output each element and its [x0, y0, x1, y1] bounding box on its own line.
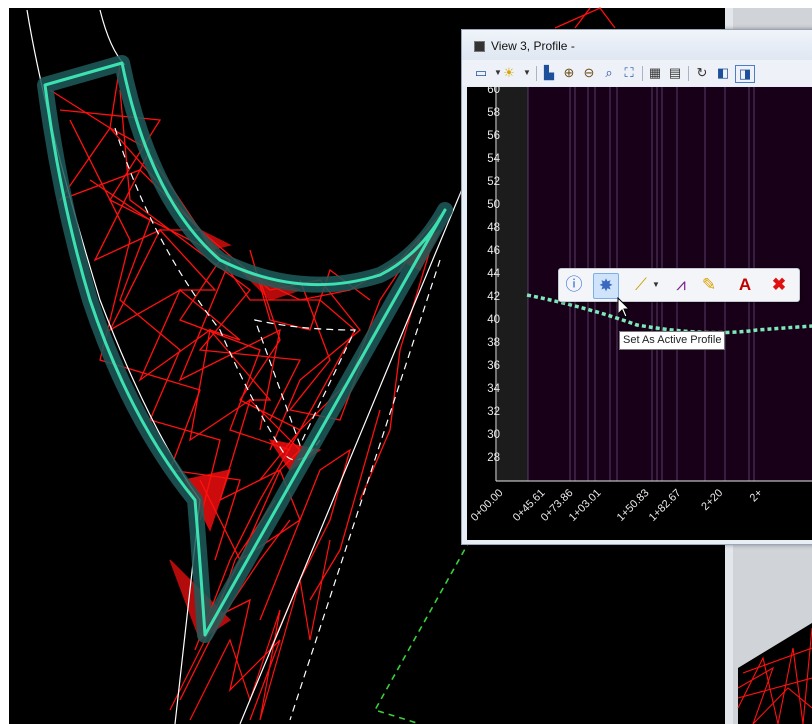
profile-icon[interactable]: ⩘ — [669, 273, 693, 297]
next-view-icon[interactable]: ◨ — [735, 65, 755, 83]
element-info-icon[interactable]: ⓘ — [562, 273, 586, 297]
profile-context-toolbar: ⓘ ✸ ⟋ ▼ ⩘ ✎ A ✖ — [558, 268, 800, 302]
zoom-in-icon[interactable]: ⊕ — [560, 65, 578, 81]
rotate-icon[interactable]: ↻ — [693, 65, 711, 81]
zoom-area-icon[interactable]: ⌕ — [600, 65, 618, 81]
y-tick-label: 50 — [487, 199, 500, 211]
y-tick-label: 58 — [487, 107, 500, 119]
brightness-icon[interactable]: ☀ — [500, 65, 518, 81]
y-tick-label: 60 — [487, 87, 500, 96]
y-tick-label: 34 — [487, 383, 500, 395]
view-toggle-icon[interactable]: ▤ — [666, 65, 684, 81]
set-active-profile-icon[interactable]: ✸ — [593, 273, 619, 299]
profile-plot-area[interactable]: 60 58 56 54 52 50 48 46 44 42 40 38 36 3… — [467, 87, 812, 540]
view-attributes-icon[interactable]: ▭ — [472, 65, 490, 81]
y-tick-label: 40 — [487, 314, 500, 326]
y-tick-label: 28 — [487, 452, 500, 464]
mouse-cursor-icon — [617, 297, 631, 318]
chevron-down-icon[interactable]: ▼ — [518, 65, 536, 81]
fit-view-icon[interactable]: ⛶ — [620, 65, 638, 81]
y-tick-label: 54 — [487, 153, 500, 165]
window-titlebar[interactable]: View 3, Profile - — [462, 30, 812, 60]
y-tick-label: 46 — [487, 245, 500, 257]
measure-icon[interactable]: ⟋ — [629, 273, 653, 297]
window-icon — [474, 41, 485, 52]
previous-view-icon[interactable]: ◧ — [714, 65, 732, 81]
pencil-icon[interactable]: ✎ — [697, 273, 721, 297]
fill-icon[interactable]: ▙ — [540, 65, 558, 81]
y-tick-label: 42 — [487, 291, 500, 303]
y-tick-label: 52 — [487, 176, 500, 188]
window-area-icon[interactable]: ▦ — [646, 65, 664, 81]
y-tick-label: 56 — [487, 130, 500, 142]
chevron-down-icon[interactable]: ▼ — [651, 273, 661, 297]
y-tick-label: 30 — [487, 429, 500, 441]
text-icon[interactable]: A — [733, 273, 757, 297]
y-tick-label: 36 — [487, 360, 500, 372]
tooltip: Set As Active Profile — [619, 331, 726, 350]
profile-grid — [495, 87, 812, 482]
y-tick-label: 48 — [487, 222, 500, 234]
delete-icon[interactable]: ✖ — [767, 273, 791, 297]
y-tick-label: 44 — [487, 268, 500, 280]
y-tick-label: 32 — [487, 406, 500, 418]
view-toolbar: ▭ ▼ ☀ ▼ ▙ ⊕ ⊖ ⌕ ⛶ ▦ ▤ ↻ ◧ ◨ — [462, 60, 812, 86]
window-title: View 3, Profile - — [491, 39, 575, 53]
y-tick-label: 38 — [487, 337, 500, 349]
zoom-out-icon[interactable]: ⊖ — [580, 65, 598, 81]
